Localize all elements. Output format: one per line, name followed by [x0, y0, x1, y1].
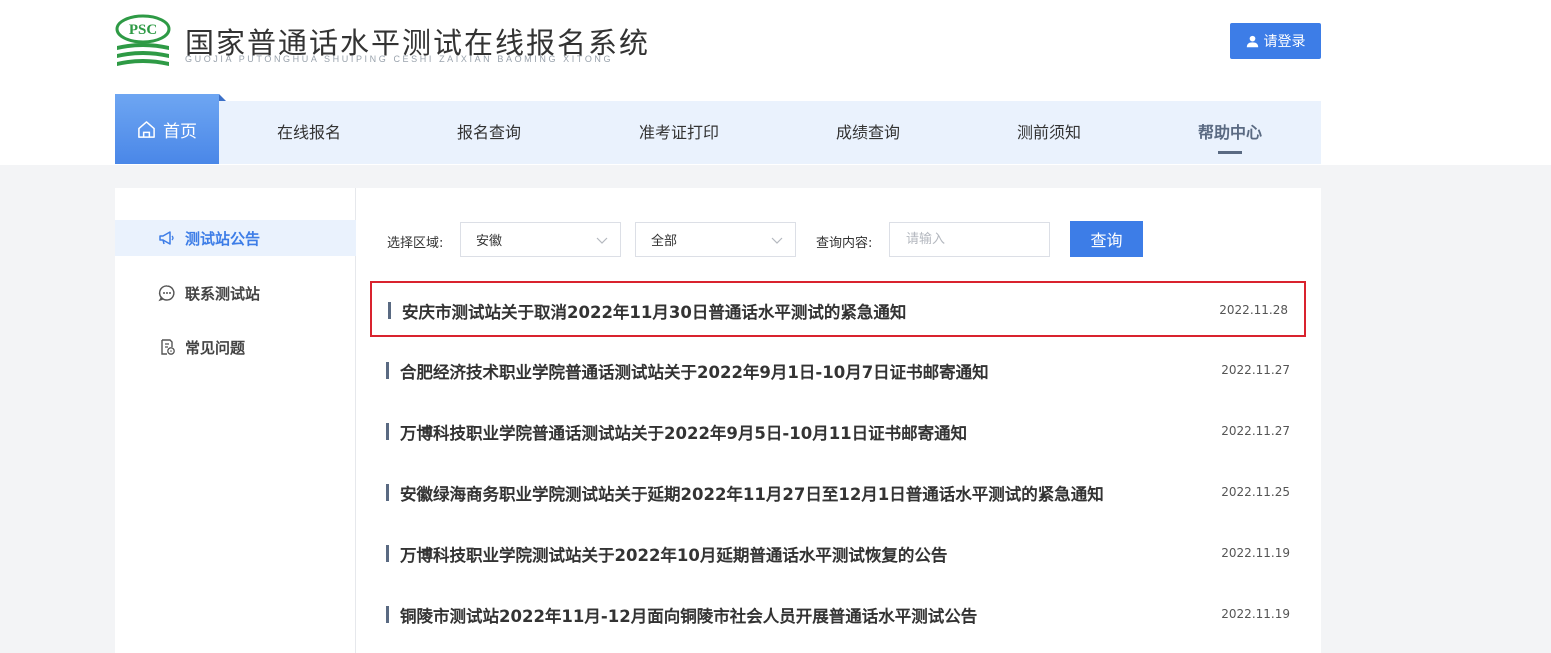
news-date: 2022.11.27	[1221, 424, 1290, 438]
chat-icon	[158, 285, 175, 302]
nav-help-center-label: 帮助中心	[1197, 123, 1262, 142]
news-item[interactable]: 安徽绿海商务职业学院测试站关于延期2022年11月27日至12月1日普通话水平测…	[370, 465, 1306, 521]
site-subtitle: GUOJIA PUTONGHUA SHUIPING CESHI ZAIXIAN …	[185, 54, 614, 64]
document-question-icon	[161, 339, 175, 355]
sidebar-label: 常见问题	[185, 338, 246, 357]
region-label: 选择区域:	[387, 236, 444, 251]
sidebar-item-station-notice[interactable]: 测试站公告	[115, 220, 356, 256]
sidebar-label: 测试站公告	[185, 229, 261, 248]
news-title[interactable]: 安徽绿海商务职业学院测试站关于延期2022年11月27日至12月1日普通话水平测…	[400, 481, 1104, 505]
content-card: 测试站公告 联系测试站 常见问题 选择区域: 安徽 全部 查询内容: 查询 安庆…	[115, 188, 1321, 653]
logo-text: PSC	[129, 22, 157, 38]
list-bullet	[386, 606, 389, 623]
sidebar-label: 联系测试站	[185, 284, 261, 303]
header: PSC 国家普通话水平测试在线报名系统 GUOJIA PUTONGHUA SHU…	[0, 0, 1551, 165]
user-icon	[1246, 35, 1258, 47]
login-button[interactable]: 请登录	[1230, 23, 1321, 59]
scope-value: 全部	[651, 234, 678, 249]
home-icon	[138, 120, 155, 138]
query-label: 查询内容:	[816, 236, 873, 251]
news-date: 2022.11.19	[1221, 546, 1290, 560]
query-button[interactable]: 查询	[1070, 221, 1143, 257]
list-bullet	[386, 484, 389, 501]
news-title[interactable]: 合肥经济技术职业学院普通话测试站关于2022年9月1日-10月7日证书邮寄通知	[400, 359, 989, 383]
news-item[interactable]: 合肥经济技术职业学院普通话测试站关于2022年9月1日-10月7日证书邮寄通知 …	[370, 343, 1306, 399]
news-item[interactable]: 铜陵市测试站2022年11月-12月面向铜陵市社会人员开展普通话水平测试公告 2…	[370, 587, 1306, 643]
chevron-down-icon	[771, 237, 783, 244]
list-bullet	[388, 302, 391, 319]
psc-logo[interactable]: PSC	[115, 14, 171, 70]
news-title[interactable]: 铜陵市测试站2022年11月-12月面向铜陵市社会人员开展普通话水平测试公告	[400, 603, 977, 627]
list-bullet	[386, 423, 389, 440]
chevron-down-icon	[596, 237, 608, 244]
nav-home-label: 首页	[163, 121, 197, 142]
news-date: 2022.11.19	[1221, 607, 1290, 621]
search-input[interactable]	[889, 222, 1050, 257]
news-item[interactable]: 安庆市测试站关于取消2022年11月30日普通话水平测试的紧急通知 2022.1…	[370, 281, 1306, 337]
list-bullet	[386, 362, 389, 379]
region-value: 安徽	[476, 234, 503, 249]
nav-admission-ticket[interactable]: 准考证打印	[611, 101, 747, 164]
sidebar: 测试站公告 联系测试站 常见问题	[115, 188, 356, 653]
megaphone-icon	[159, 231, 174, 245]
news-item[interactable]: 万博科技职业学院测试站关于2022年10月延期普通话水平测试恢复的公告 2022…	[370, 526, 1306, 582]
list-bullet	[386, 545, 389, 562]
main-nav: 首页 在线报名 报名查询 准考证打印 成绩查询 测前须知 帮助中心	[115, 94, 1321, 164]
nav-help-center[interactable]: 帮助中心	[1162, 101, 1298, 164]
news-title[interactable]: 万博科技职业学院普通话测试站关于2022年9月5日-10月11日证书邮寄通知	[400, 420, 967, 444]
active-underline	[1218, 151, 1242, 154]
news-title[interactable]: 安庆市测试站关于取消2022年11月30日普通话水平测试的紧急通知	[402, 299, 906, 323]
news-date: 2022.11.25	[1221, 485, 1290, 499]
nav-score-query[interactable]: 成绩查询	[800, 101, 936, 164]
sidebar-item-contact-station[interactable]: 联系测试站	[115, 275, 356, 311]
news-title[interactable]: 万博科技职业学院测试站关于2022年10月延期普通话水平测试恢复的公告	[400, 542, 947, 566]
login-label: 请登录	[1263, 34, 1306, 50]
news-date: 2022.11.28	[1219, 303, 1288, 317]
nav-online-registration[interactable]: 在线报名	[241, 101, 377, 164]
nav-registration-query[interactable]: 报名查询	[421, 101, 557, 164]
region-select[interactable]: 安徽	[460, 222, 621, 257]
nav-home[interactable]: 首页	[115, 94, 226, 164]
sidebar-item-faq[interactable]: 常见问题	[115, 329, 356, 365]
news-item[interactable]: 万博科技职业学院普通话测试站关于2022年9月5日-10月11日证书邮寄通知 2…	[370, 404, 1306, 460]
nav-pretest-notice[interactable]: 测前须知	[981, 101, 1117, 164]
scope-select[interactable]: 全部	[635, 222, 796, 257]
news-date: 2022.11.27	[1221, 363, 1290, 377]
